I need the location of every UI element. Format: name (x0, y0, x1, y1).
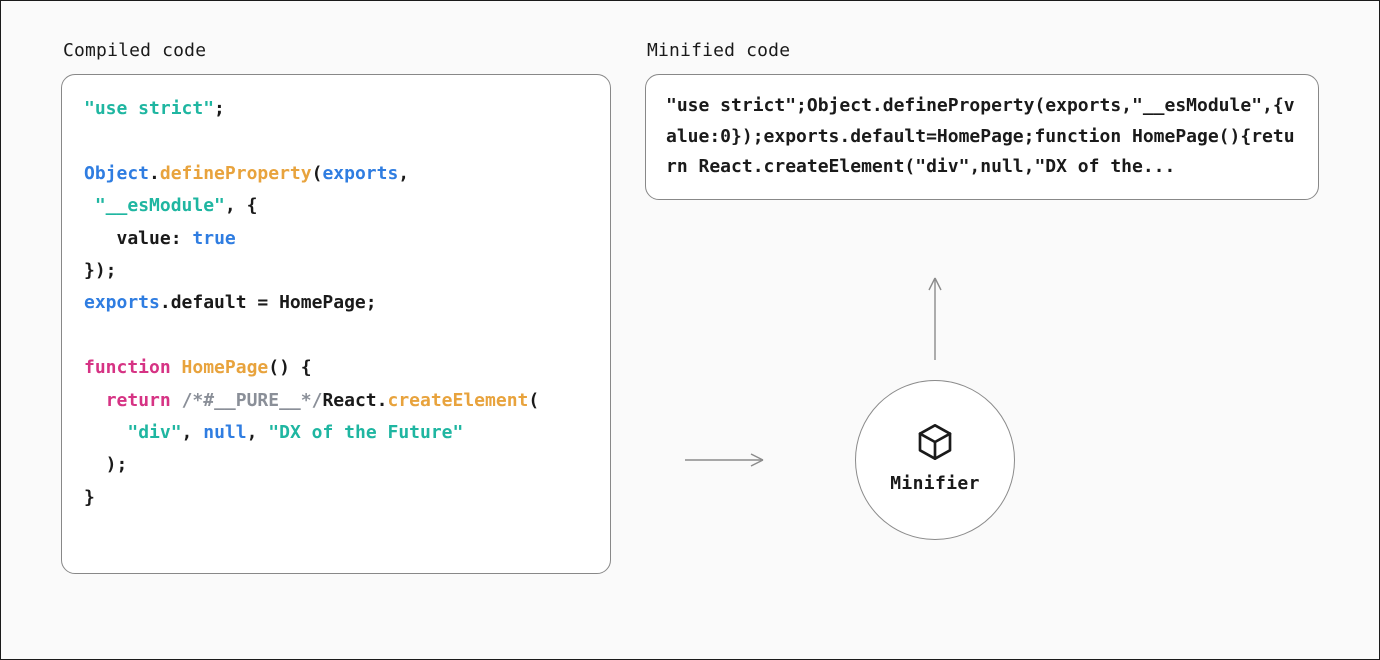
arrow-up-icon (923, 270, 947, 360)
minified-code-panel: "use strict";Object.defineProperty(expor… (645, 74, 1319, 200)
flow-diagram: Minifier (645, 200, 1319, 570)
compiled-code-block: "use strict"; Object.defineProperty(expo… (84, 93, 588, 514)
arrow-right-icon (685, 450, 775, 470)
compiled-code-title: Compiled code (63, 37, 611, 64)
minified-code-title: Minified code (647, 37, 1319, 64)
right-column: Minified code "use strict";Object.define… (645, 37, 1319, 570)
package-icon (915, 422, 955, 462)
minified-code-block: "use strict";Object.defineProperty(expor… (666, 91, 1298, 183)
left-column: Compiled code "use strict"; Object.defin… (61, 37, 611, 574)
columns: Compiled code "use strict"; Object.defin… (61, 37, 1319, 574)
arrow-up-wrap (923, 270, 947, 369)
minifier-node: Minifier (855, 380, 1015, 540)
diagram-frame: Compiled code "use strict"; Object.defin… (0, 0, 1380, 660)
compiled-code-panel: "use strict"; Object.defineProperty(expo… (61, 74, 611, 574)
minifier-label: Minifier (890, 470, 980, 497)
